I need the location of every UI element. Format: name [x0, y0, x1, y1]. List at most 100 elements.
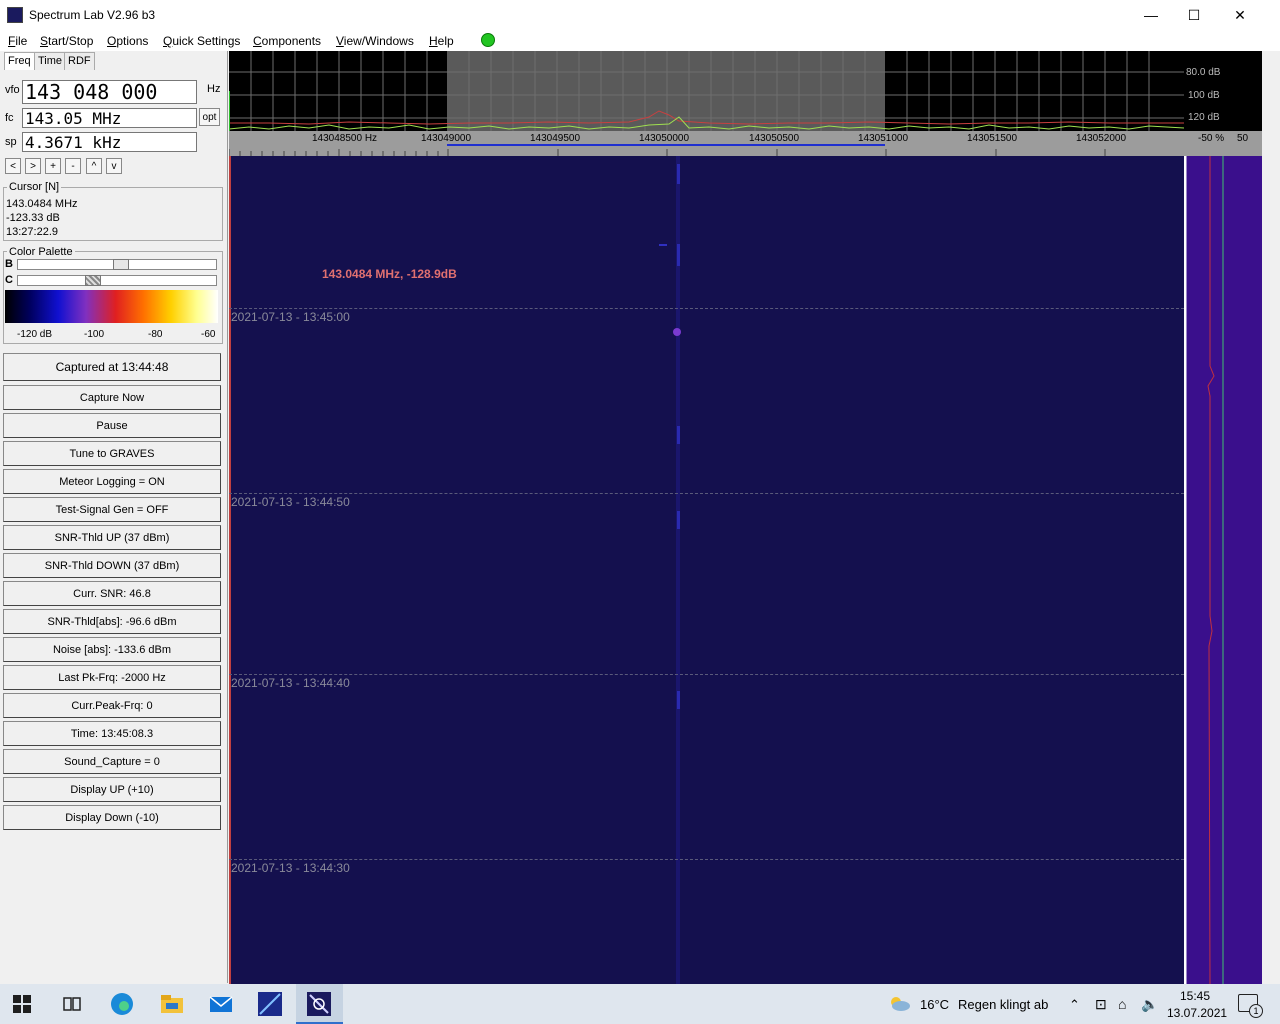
- mail-icon[interactable]: [207, 990, 235, 1018]
- status-led-icon[interactable]: [481, 33, 495, 47]
- side-scale-max: 50: [1237, 133, 1249, 144]
- freq-tick-4: 143050000: [639, 133, 690, 144]
- task-view-icon[interactable]: [58, 990, 86, 1018]
- last-pk-frq-button[interactable]: Last Pk-Frq: -2000 Hz: [3, 665, 221, 690]
- sp-label: sp: [5, 136, 17, 148]
- display-down-button[interactable]: Display Down (-10): [3, 805, 221, 830]
- fc-label: fc: [5, 112, 14, 124]
- contrast-thumb[interactable]: [85, 275, 101, 286]
- zoom-in-button[interactable]: +: [45, 158, 61, 174]
- close-button[interactable]: ✕: [1217, 0, 1263, 31]
- tab-freq[interactable]: Freq: [4, 52, 35, 70]
- side-scale-min: -50 %: [1198, 133, 1225, 144]
- minimize-button[interactable]: —: [1128, 0, 1174, 31]
- db-label-100: 100 dB: [1188, 90, 1220, 101]
- freq-tick-6: 143051000: [858, 133, 909, 144]
- fc-input[interactable]: 143.05 MHz: [22, 108, 197, 128]
- cursor-group-title: Cursor [N]: [7, 181, 62, 193]
- time-label-4: 2021-07-13 - 13:44:30: [231, 861, 350, 875]
- nav-up-button[interactable]: ^: [86, 158, 102, 174]
- snr-thld-up-button[interactable]: SNR-Thld UP (37 dBm): [3, 525, 221, 550]
- cursor-frequency: 143.0484 MHz: [6, 198, 78, 210]
- snr-thld-down-button[interactable]: SNR-Thld DOWN (37 dBm): [3, 553, 221, 578]
- color-palette-title: Color Palette: [7, 246, 75, 258]
- time-label-3: 2021-07-13 - 13:44:40: [231, 676, 350, 690]
- nav-right-button[interactable]: >: [25, 158, 41, 174]
- display-up-button[interactable]: Display UP (+10): [3, 777, 221, 802]
- window-title: Spectrum Lab V2.96 b3: [29, 8, 156, 22]
- nav-down-button[interactable]: v: [106, 158, 122, 174]
- time-label-2: 2021-07-13 - 13:44:50: [231, 495, 350, 509]
- vfo-unit: Hz: [207, 83, 221, 95]
- time-label-1: 2021-07-13 - 13:45:00: [231, 310, 350, 324]
- vfo-input[interactable]: 143 048 000: [22, 80, 197, 104]
- sound-capture-button[interactable]: Sound_Capture = 0: [3, 749, 221, 774]
- palette-scale-100: -100: [84, 329, 105, 340]
- waterfall-gridline-3: [229, 674, 1184, 675]
- sp-input[interactable]: 4.3671 kHz: [22, 132, 197, 152]
- test-signal-gen-button[interactable]: Test-Signal Gen = OFF: [3, 497, 221, 522]
- app-taskbar-icon-1[interactable]: [256, 990, 284, 1018]
- side-strip-display: [1184, 156, 1262, 984]
- cursor-marker-label: 143.0484 MHz, -128.9dB: [322, 267, 457, 281]
- taskbar: [0, 984, 1280, 1024]
- cursor-time: 13:27:22.9: [6, 226, 58, 238]
- menu-quick-settings[interactable]: Quick Settings: [163, 34, 240, 48]
- freq-tick-5: 143050500: [749, 133, 800, 144]
- freq-tick-7: 143051500: [967, 133, 1018, 144]
- notification-count: 1: [1249, 1004, 1263, 1018]
- palette-scale-min: -120 dB: [17, 329, 53, 340]
- waterfall-gridline-1: [229, 308, 1184, 309]
- pause-button[interactable]: Pause: [3, 413, 221, 438]
- curr-snr-button[interactable]: Curr. SNR: 46.8: [3, 581, 221, 606]
- meteor-logging-button[interactable]: Meteor Logging = ON: [3, 469, 221, 494]
- noise-abs-button[interactable]: Noise [abs]: -133.6 dBm: [3, 637, 221, 662]
- menu-file[interactable]: File: [8, 34, 27, 48]
- freq-tick-2: 143049000: [421, 133, 472, 144]
- waterfall-gridline-4: [229, 859, 1184, 860]
- freq-tick-8: 143052000: [1076, 133, 1127, 144]
- spectrum-lab-taskbar-icon[interactable]: [305, 990, 333, 1018]
- waterfall-gridline-2: [229, 493, 1184, 494]
- network-icon[interactable]: ⌂: [1118, 996, 1126, 1012]
- tab-rdf[interactable]: RDF: [64, 52, 95, 70]
- windows-start-icon[interactable]: [12, 994, 32, 1014]
- contrast-label: C: [5, 274, 13, 286]
- chevron-up-icon[interactable]: ⌃: [1069, 997, 1080, 1013]
- menu-components[interactable]: Components: [253, 34, 321, 48]
- menu-start-stop[interactable]: Start/Stop: [40, 34, 93, 48]
- app-logo-icon: [7, 7, 23, 23]
- weather-temperature: 16°C: [920, 997, 950, 1012]
- tab-time[interactable]: Time: [34, 52, 67, 70]
- maximize-button[interactable]: ☐: [1171, 0, 1217, 31]
- brightness-thumb[interactable]: [113, 259, 129, 270]
- hardware-icon[interactable]: ⊡: [1095, 996, 1107, 1013]
- curr-peak-frq-button[interactable]: Curr.Peak-Frq: 0: [3, 693, 221, 718]
- nav-left-button[interactable]: <: [5, 158, 21, 174]
- file-explorer-icon[interactable]: [158, 990, 186, 1018]
- captured-at-button[interactable]: Captured at 13:44:48: [3, 353, 221, 381]
- spectrum-graph[interactable]: [229, 51, 1262, 131]
- clock-date[interactable]: 13.07.2021: [1167, 1006, 1227, 1020]
- menu-view-windows[interactable]: View/Windows: [336, 34, 414, 48]
- opt-button[interactable]: opt: [199, 108, 220, 126]
- weather-icon[interactable]: [887, 994, 911, 1014]
- palette-scale-80: -80: [148, 329, 163, 340]
- tune-graves-button[interactable]: Tune to GRAVES: [3, 441, 221, 466]
- menu-help[interactable]: Help: [429, 34, 454, 48]
- freq-tick-3: 143049500: [530, 133, 581, 144]
- weather-description: Regen klingt ab: [958, 997, 1049, 1012]
- edge-browser-icon[interactable]: [108, 990, 136, 1018]
- contrast-slider[interactable]: [17, 275, 217, 286]
- palette-scale-max: -60: [201, 329, 216, 340]
- zoom-out-button[interactable]: -: [65, 158, 81, 174]
- menu-options[interactable]: Options: [107, 34, 148, 48]
- volume-icon[interactable]: 🔈: [1141, 996, 1158, 1013]
- cursor-level: -123.33 dB: [6, 212, 60, 224]
- time-button[interactable]: Time: 13:45:08.3: [3, 721, 221, 746]
- capture-now-button[interactable]: Capture Now: [3, 385, 221, 410]
- title-bar: [0, 0, 1280, 31]
- freq-tick-1: 143048500 Hz: [312, 133, 378, 144]
- snr-thld-abs-button[interactable]: SNR-Thld[abs]: -96.6 dBm: [3, 609, 221, 634]
- clock-time[interactable]: 15:45: [1180, 989, 1210, 1003]
